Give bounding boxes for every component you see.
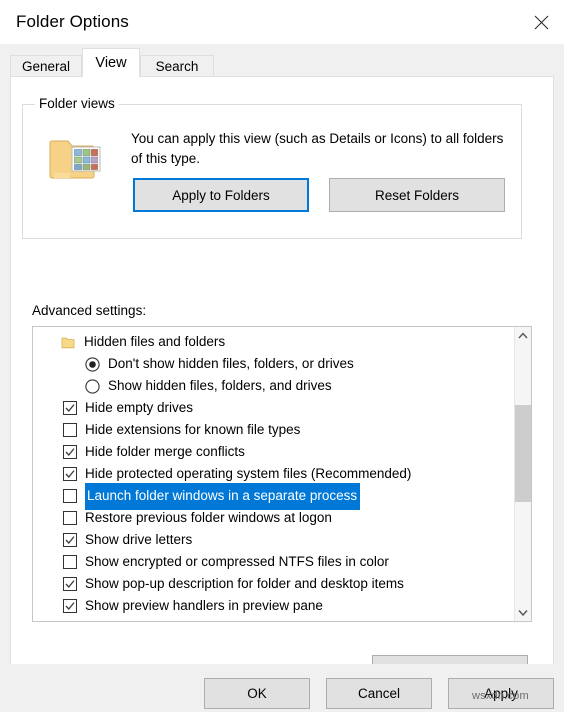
checkbox-checked[interactable]	[63, 401, 77, 415]
checkbox-checked[interactable]	[63, 533, 77, 547]
list-item[interactable]: Show encrypted or compressed NTFS files …	[33, 551, 514, 573]
tab-general-label: General	[21, 59, 71, 74]
reset-folders-button[interactable]: Reset Folders	[329, 178, 505, 212]
check-icon	[65, 580, 75, 588]
list-item[interactable]: Don't show hidden files, folders, or dri…	[33, 353, 514, 375]
list-item[interactable]: Show preview handlers in preview pane	[33, 595, 514, 617]
checkbox-checked[interactable]	[63, 445, 77, 459]
tab-strip: General View Search	[0, 44, 564, 77]
title-bar: Folder Options	[0, 0, 564, 44]
close-icon	[534, 15, 548, 29]
radio-unselected-icon[interactable]	[85, 378, 100, 394]
check-icon	[65, 404, 75, 412]
radio-selected-icon[interactable]	[85, 356, 100, 372]
apply-to-folders-button[interactable]: Apply to Folders	[133, 178, 309, 212]
list-item-label: Hidden files and folders	[84, 334, 226, 349]
list-item-label: Hide empty drives	[85, 400, 194, 415]
list-item[interactable]: Hide empty drives	[33, 397, 514, 419]
advanced-settings-label: Advanced settings:	[32, 303, 147, 318]
check-icon	[65, 602, 75, 610]
folder-views-description: You can apply this view (such as Details…	[131, 131, 504, 166]
list-item-label: Hide extensions for known file types	[85, 422, 301, 437]
checkbox-unchecked[interactable]	[63, 423, 77, 437]
list-item[interactable]: Show hidden files, folders, and drives	[33, 375, 514, 397]
scrollbar-thumb[interactable]	[515, 405, 531, 502]
close-button[interactable]	[518, 0, 564, 44]
check-icon	[65, 536, 75, 544]
check-icon	[65, 470, 75, 478]
list-item[interactable]: Launch folder windows in a separate proc…	[33, 482, 514, 510]
list-item[interactable]: Hide extensions for known file types	[33, 419, 514, 441]
folder-views-icon	[48, 133, 104, 185]
apply-to-folders-label: Apply to Folders	[172, 187, 270, 203]
cancel-label: Cancel	[357, 686, 401, 701]
list-item-label: Show encrypted or compressed NTFS files …	[85, 554, 389, 569]
list-item-label: Show pop-up description for folder and d…	[85, 576, 404, 591]
check-icon	[65, 448, 75, 456]
list-item[interactable]: Show pop-up description for folder and d…	[33, 573, 514, 595]
list-item-label: Show drive letters	[85, 532, 193, 547]
folder-views-legend: Folder views	[35, 96, 119, 111]
list-item[interactable]: Hidden files and folders	[33, 331, 514, 353]
chevron-down-icon	[518, 610, 528, 616]
list-item-label: Restore previous folder windows at logon	[85, 510, 332, 525]
tab-search[interactable]: Search	[140, 55, 214, 77]
list-item[interactable]: Show drive letters	[33, 529, 514, 551]
list-item-label: Show preview handlers in preview pane	[85, 598, 323, 613]
folder-views-group: Folder views You can apply this view (su…	[22, 96, 522, 239]
checkbox-unchecked[interactable]	[63, 489, 77, 503]
dialog-body: General View Search Folder views You can…	[0, 44, 564, 712]
list-item-label: Show status bar	[85, 617, 182, 621]
list-item-label: Hide folder merge conflicts	[85, 444, 245, 459]
advanced-settings-listbox[interactable]: Hidden files and folders Don't show hidde…	[32, 326, 532, 622]
checkbox-checked[interactable]	[63, 599, 77, 613]
apply-button[interactable]: Apply	[448, 678, 554, 709]
cancel-button[interactable]: Cancel	[326, 678, 432, 709]
scroll-up-button[interactable]	[515, 327, 531, 344]
list-item-label: Don't show hidden files, folders, or dri…	[108, 356, 354, 371]
reset-folders-label: Reset Folders	[374, 187, 460, 203]
list-item[interactable]: Hide folder merge conflicts	[33, 441, 514, 463]
ok-button[interactable]: OK	[204, 678, 310, 709]
advanced-settings-scrollbar[interactable]	[514, 327, 531, 621]
list-item[interactable]: Restore previous folder windows at logon	[33, 507, 514, 529]
list-item-label: Launch folder windows in a separate proc…	[85, 482, 361, 510]
tab-view-label: View	[95, 55, 127, 71]
checkbox-unchecked[interactable]	[63, 555, 77, 569]
tab-search-label: Search	[155, 59, 199, 74]
checkbox-checked[interactable]	[63, 467, 77, 481]
folder-icon	[61, 337, 75, 348]
chevron-up-icon	[518, 332, 528, 339]
tab-view[interactable]: View	[82, 48, 140, 77]
advanced-settings-list: Hidden files and folders Don't show hidde…	[33, 327, 514, 621]
window-title: Folder Options	[16, 12, 129, 31]
ok-label: OK	[247, 686, 267, 701]
apply-label: Apply	[484, 686, 518, 701]
tab-general[interactable]: General	[10, 55, 82, 77]
checkbox-checked[interactable]	[63, 577, 77, 591]
checkbox-unchecked[interactable]	[63, 511, 77, 525]
scroll-down-button[interactable]	[515, 604, 531, 621]
list-item[interactable]: Show status bar	[33, 617, 514, 621]
list-item-label: Show hidden files, folders, and drives	[108, 378, 332, 393]
